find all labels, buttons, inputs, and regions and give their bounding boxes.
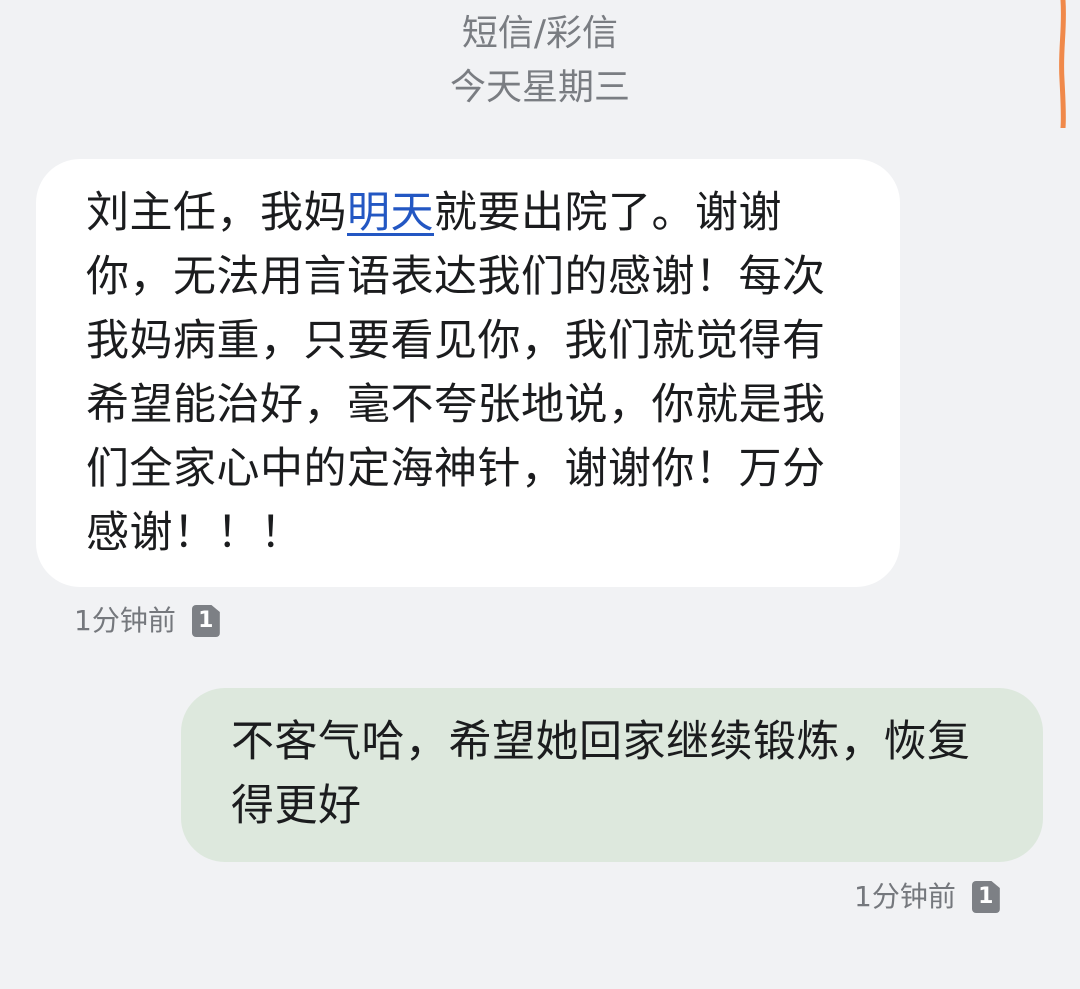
sim-card-icon: 1 xyxy=(191,605,220,637)
date-separator: 今天星期三 xyxy=(449,67,630,108)
message-timestamp: 1分钟前 xyxy=(854,880,956,913)
scroll-indicator[interactable] xyxy=(1058,0,1068,128)
sim-card-icon: 1 xyxy=(971,881,1000,913)
sim-number: 1 xyxy=(978,884,994,909)
outgoing-message-meta: 1分钟前 1 xyxy=(854,879,1000,915)
channel-label: 短信/彩信 xyxy=(461,13,619,54)
outgoing-message-bubble[interactable]: 不客气哈，希望她回家继续锻炼，恢复得更好 xyxy=(181,688,1043,862)
sim-number: 1 xyxy=(198,608,214,633)
message-timestamp: 1分钟前 xyxy=(74,604,176,637)
incoming-message-bubble[interactable]: 刘主任，我妈明天就要出院了。谢谢你，无法用言语表达我们的感谢！每次我妈病重，只要… xyxy=(36,159,900,587)
incoming-message-meta: 1分钟前 1 xyxy=(74,603,220,639)
message-text-part: 刘主任，我妈 xyxy=(86,188,347,238)
message-text: 不客气哈，希望她回家继续锻炼，恢复得更好 xyxy=(231,717,971,831)
message-text-part: 就要出院了。谢谢你，无法用言语表达我们的感谢！每次我妈病重，只要看见你，我们就觉… xyxy=(86,188,826,558)
date-link[interactable]: 明天 xyxy=(347,188,434,238)
